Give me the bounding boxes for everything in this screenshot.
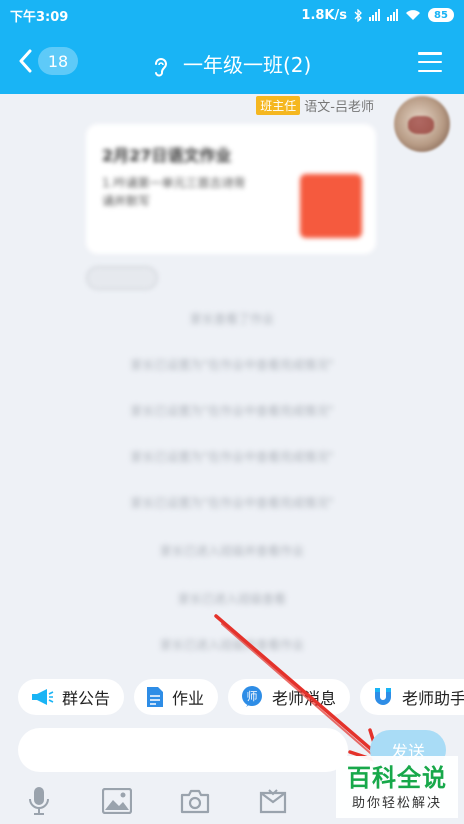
role-tag: 班主任	[256, 96, 301, 115]
message-input[interactable]	[18, 728, 348, 772]
system-message: 家长已设置为"在作业中查看完成情况"	[130, 358, 334, 372]
system-message: 家长已设置为"在作业中查看完成情况"	[130, 404, 334, 418]
gift-icon	[259, 789, 287, 814]
watermark: 百科全说 助你轻松解决	[336, 756, 458, 818]
signal-icon	[369, 9, 380, 21]
group-name: 一年级一班(2)	[183, 53, 312, 77]
title-bar: 18 一年级一班(2)	[0, 30, 464, 94]
chat-area[interactable]: 班主任 语文-吕老师 2月27日语文作业 1.吟诵第一单元三首古诗背诵并默写 家…	[0, 94, 464, 674]
system-message: 家长已进入班级并查看作业	[159, 544, 304, 558]
camera-button[interactable]	[156, 779, 234, 823]
menu-icon	[418, 52, 442, 55]
microphone-icon	[29, 787, 49, 815]
homework-card[interactable]: 2月27日语文作业 1.吟诵第一单元三首古诗背诵并默写	[86, 124, 376, 254]
signal-icon-2	[387, 9, 398, 21]
network-speed: 1.8K/s	[301, 7, 347, 23]
sender-name: 语文-吕老师	[304, 100, 374, 115]
battery-indicator: 85	[428, 8, 454, 22]
quick-action-announcement[interactable]: 群公告	[18, 679, 125, 715]
status-bar: 下午3:09 1.8K/s 85	[0, 0, 464, 30]
status-time: 下午3:09	[10, 9, 69, 25]
camera-icon	[180, 789, 210, 814]
system-message: 家长已设置为"在作业中查看完成情况"	[130, 450, 334, 464]
megaphone-icon	[32, 689, 54, 705]
menu-button[interactable]	[418, 52, 442, 72]
homework-card-desc: 1.吟诵第一单元三首古诗背诵并默写	[102, 176, 246, 208]
wifi-icon	[406, 10, 420, 20]
system-message: 家长查看了作业	[189, 312, 274, 326]
avatar[interactable]	[394, 96, 450, 152]
voice-button[interactable]	[0, 779, 78, 823]
system-message: 家长已设置为"在作业中查看完成情况"	[130, 496, 334, 510]
document-icon	[147, 687, 164, 707]
watermark-title: 百科全说	[347, 763, 447, 792]
image-icon	[102, 788, 132, 814]
homework-thumbnail	[300, 174, 362, 238]
watermark-subtitle: 助你轻松解决	[351, 795, 442, 811]
page-title: 一年级一班(2)	[0, 49, 464, 78]
message-status-pill	[86, 266, 158, 290]
homework-card-title: 2月27日语文作业	[102, 146, 232, 165]
system-message: 家长已进入班级查看	[177, 592, 286, 606]
image-button[interactable]	[78, 779, 156, 823]
sender-info: 班主任 语文-吕老师	[256, 96, 374, 115]
ear-icon[interactable]	[153, 56, 169, 78]
gift-button[interactable]	[234, 779, 312, 823]
bluetooth-icon	[354, 8, 362, 22]
